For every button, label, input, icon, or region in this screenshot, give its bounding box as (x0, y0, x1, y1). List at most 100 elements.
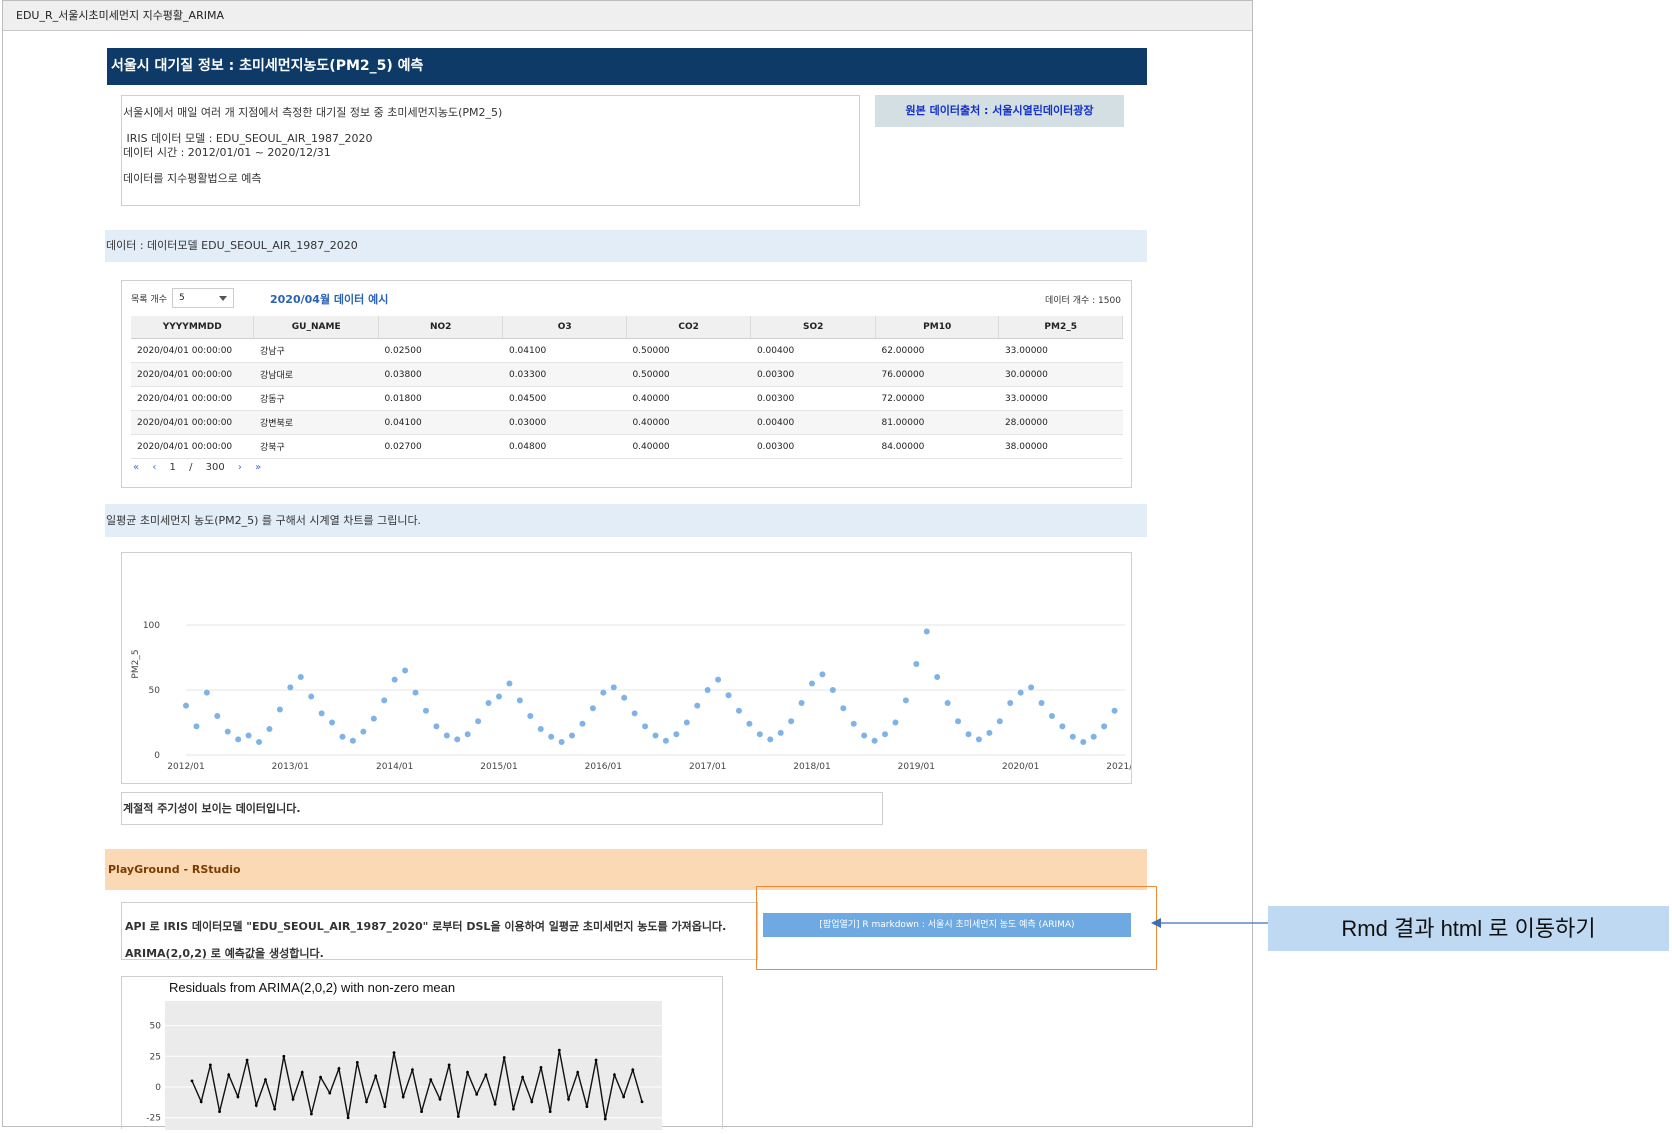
data-point (203, 689, 210, 696)
column-header[interactable]: PM10 (875, 316, 1000, 339)
data-point (631, 710, 638, 717)
x-tick-label: 2019/01 (898, 762, 935, 772)
description-box: 서울시에서 매일 여러 개 지점에서 측정한 대기질 정보 중 초미세먼지농도(… (121, 95, 860, 206)
table-cell: 72.00000 (875, 386, 999, 411)
table-cell: 33.00000 (998, 386, 1123, 411)
data-point (558, 739, 565, 745)
table-cell: 2020/04/01 00:00:00 (131, 434, 254, 459)
y-tick-label: -25 (146, 1114, 161, 1124)
data-point (496, 693, 502, 700)
plot-background (165, 1001, 662, 1130)
column-header[interactable]: PM2_5 (998, 316, 1123, 339)
column-header[interactable]: NO2 (378, 316, 504, 339)
pagination: « ‹ 1 / 300 › » (133, 462, 271, 473)
rows-per-page-select[interactable]: 5 (172, 288, 234, 308)
data-point (256, 739, 263, 745)
data-point (349, 737, 356, 744)
data-point (610, 684, 617, 691)
current-page: 1 (169, 462, 176, 473)
x-tick-label: 2021/01 (1106, 762, 1131, 772)
api-note-box: API 로 IRIS 데이터모델 "EDU_SEOUL_AIR_1987_202… (121, 902, 758, 960)
table-cell: 28.00000 (998, 410, 1123, 435)
table-row[interactable]: 2020/04/01 00:00:00 강동구 0.01800 0.04500 0.40… (131, 386, 1123, 411)
table-cell: 2020/04/01 00:00:00 (131, 386, 254, 411)
data-point (537, 726, 544, 732)
chevron-down-icon (219, 296, 227, 301)
data-point (235, 736, 242, 743)
data-point (579, 720, 586, 727)
column-header[interactable]: CO2 (626, 316, 752, 339)
table-cell: 2020/04/01 00:00:00 (131, 362, 254, 387)
table-cell: 0.00400 (750, 410, 876, 435)
column-header[interactable]: YYYYMMDD (131, 316, 255, 339)
data-point (1048, 713, 1055, 719)
residual-point (548, 1110, 552, 1113)
data-point (329, 719, 336, 726)
table-row[interactable]: 2020/04/01 00:00:00 강북구 0.02700 0.04800 0.40… (131, 434, 1123, 459)
last-page-button[interactable]: » (255, 462, 261, 473)
data-point (809, 680, 815, 687)
column-header[interactable]: O3 (502, 316, 627, 339)
residual-point (208, 1063, 212, 1067)
residual-point (585, 1105, 589, 1109)
residual-point (475, 1092, 479, 1096)
data-point (475, 718, 482, 725)
residual-point (337, 1067, 341, 1070)
first-page-button[interactable]: « (133, 462, 139, 473)
residual-point (420, 1110, 423, 1113)
data-point (600, 689, 607, 696)
data-point (882, 731, 889, 738)
open-rmarkdown-popup-button[interactable]: [팝업열기] R markdown : 서울시 초미세먼지 농도 예측 (ARI… (763, 913, 1131, 937)
api-note-line: ARIMA(2,0,2) 로 예측값을 생성합니다. (125, 947, 324, 960)
data-point (318, 710, 325, 717)
data-point (871, 737, 878, 744)
y-tick-label: 0 (155, 1083, 161, 1093)
residual-point (264, 1078, 267, 1082)
data-point (433, 723, 440, 730)
table-cell: 0.00400 (750, 338, 876, 363)
residual-point (438, 1097, 442, 1101)
y-tick-label: 50 (149, 686, 161, 696)
callout-label: Rmd 결과 html 로 이동하기 (1268, 906, 1669, 951)
column-header[interactable]: SO2 (750, 316, 876, 339)
data-point (1080, 739, 1087, 745)
data-point (798, 700, 805, 706)
data-point (506, 680, 513, 687)
column-header[interactable]: GU_NAME (253, 316, 379, 339)
x-tick-label: 2018/01 (793, 762, 830, 772)
residual-point (309, 1112, 313, 1116)
data-point (892, 719, 899, 726)
residual-point (484, 1073, 488, 1077)
table-cell: 0.00300 (750, 362, 876, 387)
data-point (715, 676, 722, 683)
table-cell: 2020/04/01 00:00:00 (131, 338, 254, 363)
data-point (1059, 723, 1066, 730)
data-point (485, 700, 492, 706)
data-point (704, 687, 711, 693)
data-point (1038, 700, 1045, 706)
table-row[interactable]: 2020/04/01 00:00:00 강남구 0.02500 0.04100 0.50… (131, 338, 1123, 363)
prev-page-button[interactable]: ‹ (152, 462, 156, 473)
table-cell: 76.00000 (875, 362, 999, 387)
total-pages: 300 (205, 462, 225, 473)
data-point (652, 732, 659, 739)
data-point (955, 718, 962, 725)
data-point (819, 671, 826, 678)
data-point (735, 707, 742, 714)
residual-point (603, 1117, 607, 1121)
source-data-button[interactable]: 원본 데이터출처 : 서울시열린데이터광장 (875, 95, 1124, 127)
table-row[interactable]: 2020/04/01 00:00:00 강남대로 0.03800 0.03300 0.5… (131, 362, 1123, 387)
table-cell: 0.04500 (502, 386, 627, 411)
y-tick-label: 25 (150, 1052, 161, 1062)
residuals-chart-panel: 50 25 0 -25 Residuals from ARIMA(2,0,2) with… (121, 976, 723, 1130)
next-page-button[interactable]: › (238, 462, 242, 473)
table-cell: 0.04800 (502, 434, 627, 459)
table-count: 데이터 개수 : 1500 (1045, 296, 1121, 306)
table-row[interactable]: 2020/04/01 00:00:00 강변북로 0.04100 0.03000 0.4… (131, 410, 1123, 435)
data-point (902, 697, 909, 704)
description-line: 데이터를 지수평활법으로 예측 (123, 172, 262, 185)
table-cell: 0.40000 (626, 434, 751, 459)
data-point (412, 689, 419, 696)
callout-arrow (1151, 918, 1268, 928)
data-point (527, 713, 534, 719)
